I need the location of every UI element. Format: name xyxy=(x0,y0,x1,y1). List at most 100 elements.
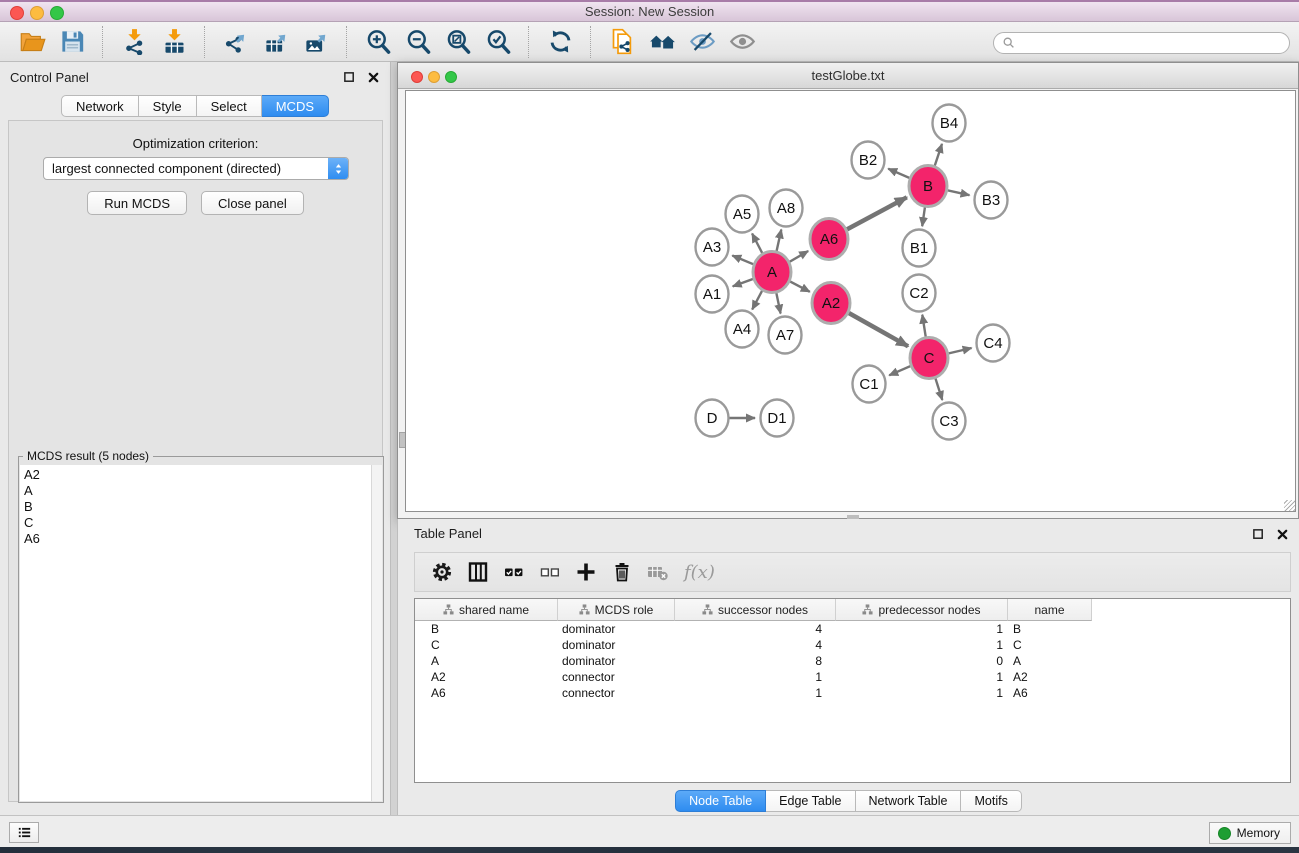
cell-MCDS-role[interactable]: dominator xyxy=(558,654,675,668)
result-list-scrollbar[interactable] xyxy=(371,465,382,801)
column-header-predecessor-nodes[interactable]: predecessor nodes xyxy=(836,599,1008,621)
column-view-icon[interactable] xyxy=(465,559,491,585)
table-row[interactable]: A2connector11A2 xyxy=(415,669,1290,685)
deselect-all-icon[interactable] xyxy=(537,559,563,585)
column-header-successor-nodes[interactable]: successor nodes xyxy=(675,599,836,621)
cell-predecessor-nodes[interactable]: 0 xyxy=(836,654,1008,668)
cell-shared-name[interactable]: A xyxy=(415,654,558,668)
tab-motifs[interactable]: Motifs xyxy=(961,790,1021,812)
table-row[interactable]: Bdominator41B xyxy=(415,621,1290,637)
memory-button[interactable]: Memory xyxy=(1209,822,1291,844)
cell-shared-name[interactable]: A6 xyxy=(415,686,558,700)
cell-successor-nodes[interactable]: 4 xyxy=(675,638,836,652)
column-header-MCDS-role[interactable]: MCDS role xyxy=(558,599,675,621)
control-panel-window-icons xyxy=(343,71,380,84)
result-item[interactable]: A2 xyxy=(24,467,372,483)
settings-gear-icon[interactable] xyxy=(429,559,455,585)
export-network-icon[interactable] xyxy=(221,27,251,57)
delete-table-icon[interactable] xyxy=(645,559,671,585)
titlebar: Session: New Session xyxy=(0,0,1299,22)
column-header-name[interactable]: name xyxy=(1008,599,1092,621)
zoom-selected-icon[interactable] xyxy=(483,27,513,57)
result-item[interactable]: A xyxy=(24,483,372,499)
float-panel-icon[interactable] xyxy=(1252,528,1265,541)
tab-network-table[interactable]: Network Table xyxy=(856,790,962,812)
cell-shared-name[interactable]: C xyxy=(415,638,558,652)
save-icon[interactable] xyxy=(57,27,87,57)
cell-successor-nodes[interactable]: 1 xyxy=(675,670,836,684)
home-icon[interactable] xyxy=(647,27,677,57)
delete-column-icon[interactable] xyxy=(609,559,635,585)
cell-name[interactable]: B xyxy=(1008,622,1092,636)
table-row[interactable]: A6connector11A6 xyxy=(415,685,1290,701)
copy-network-icon[interactable] xyxy=(607,27,637,57)
network-close-button[interactable] xyxy=(411,71,423,83)
cell-predecessor-nodes[interactable]: 1 xyxy=(836,686,1008,700)
tab-style[interactable]: Style xyxy=(139,95,197,117)
run-mcds-button[interactable]: Run MCDS xyxy=(87,191,187,215)
cell-predecessor-nodes[interactable]: 1 xyxy=(836,638,1008,652)
cell-shared-name[interactable]: A2 xyxy=(415,670,558,684)
column-label: name xyxy=(1034,603,1064,617)
export-image-icon[interactable] xyxy=(301,27,331,57)
tab-node-table[interactable]: Node Table xyxy=(675,790,766,812)
cell-predecessor-nodes[interactable]: 1 xyxy=(836,670,1008,684)
cell-MCDS-role[interactable]: dominator xyxy=(558,622,675,636)
cell-name[interactable]: A2 xyxy=(1008,670,1092,684)
network-maximize-button[interactable] xyxy=(445,71,457,83)
float-panel-icon[interactable] xyxy=(343,71,356,84)
search-box[interactable] xyxy=(993,32,1290,54)
toolbar-separator xyxy=(528,26,530,58)
cell-name[interactable]: C xyxy=(1008,638,1092,652)
close-panel-button[interactable]: Close panel xyxy=(201,191,304,215)
cell-successor-nodes[interactable]: 4 xyxy=(675,622,836,636)
sitemap-sort-icon xyxy=(702,604,713,615)
open-folder-icon[interactable] xyxy=(17,27,47,57)
refresh-icon[interactable] xyxy=(545,27,575,57)
node-label-A7: A7 xyxy=(776,327,794,344)
search-input[interactable] xyxy=(1021,35,1289,51)
cell-MCDS-role[interactable]: connector xyxy=(558,686,675,700)
import-table-icon[interactable] xyxy=(159,27,189,57)
column-header-shared-name[interactable]: shared name xyxy=(415,599,558,621)
show-eye-icon[interactable] xyxy=(727,27,757,57)
cell-shared-name[interactable]: B xyxy=(415,622,558,636)
export-table-icon[interactable] xyxy=(261,27,291,57)
cell-name[interactable]: A6 xyxy=(1008,686,1092,700)
tab-network[interactable]: Network xyxy=(61,95,139,117)
dropdown-stepper-icon[interactable] xyxy=(328,158,348,179)
result-item[interactable]: A6 xyxy=(24,531,372,547)
application-window: Session: New Session Control Panel Netwo… xyxy=(0,0,1299,853)
network-minimize-button[interactable] xyxy=(428,71,440,83)
network-canvas[interactable]: B4B2BB3B1A5A8A6A3AA1A2A4A7C2CC4C1C3DD1 xyxy=(405,90,1296,512)
criterion-dropdown[interactable]: largest connected component (directed) xyxy=(43,157,349,180)
table-row[interactable]: Cdominator41C xyxy=(415,637,1290,653)
function-builder-icon[interactable]: f(x) xyxy=(684,562,715,583)
cell-MCDS-role[interactable]: dominator xyxy=(558,638,675,652)
cell-predecessor-nodes[interactable]: 1 xyxy=(836,622,1008,636)
tab-mcds[interactable]: MCDS xyxy=(262,95,329,117)
zoom-in-icon[interactable] xyxy=(363,27,393,57)
tab-edge-table[interactable]: Edge Table xyxy=(766,790,855,812)
result-item[interactable]: C xyxy=(24,515,372,531)
cell-successor-nodes[interactable]: 8 xyxy=(675,654,836,668)
zoom-fit-icon[interactable] xyxy=(443,27,473,57)
table-row[interactable]: Adominator80A xyxy=(415,653,1290,669)
window-resize-grip[interactable] xyxy=(1284,500,1295,511)
result-item[interactable]: B xyxy=(24,499,372,515)
zoom-out-icon[interactable] xyxy=(403,27,433,57)
add-column-icon[interactable] xyxy=(573,559,599,585)
network-window-titlebar[interactable]: testGlobe.txt xyxy=(398,63,1298,89)
tab-select[interactable]: Select xyxy=(197,95,262,117)
cell-name[interactable]: A xyxy=(1008,654,1092,668)
table-panel-tabs: Node TableEdge TableNetwork TableMotifs xyxy=(398,790,1299,812)
select-all-icon[interactable] xyxy=(501,559,527,585)
hide-eye-icon[interactable] xyxy=(687,27,717,57)
close-panel-icon[interactable] xyxy=(367,71,380,84)
task-history-button[interactable] xyxy=(9,822,39,843)
cell-MCDS-role[interactable]: connector xyxy=(558,670,675,684)
control-panel-tabs: NetworkStyleSelectMCDS xyxy=(61,95,329,117)
import-network-icon[interactable] xyxy=(119,27,149,57)
cell-successor-nodes[interactable]: 1 xyxy=(675,686,836,700)
close-panel-icon[interactable] xyxy=(1276,528,1289,541)
